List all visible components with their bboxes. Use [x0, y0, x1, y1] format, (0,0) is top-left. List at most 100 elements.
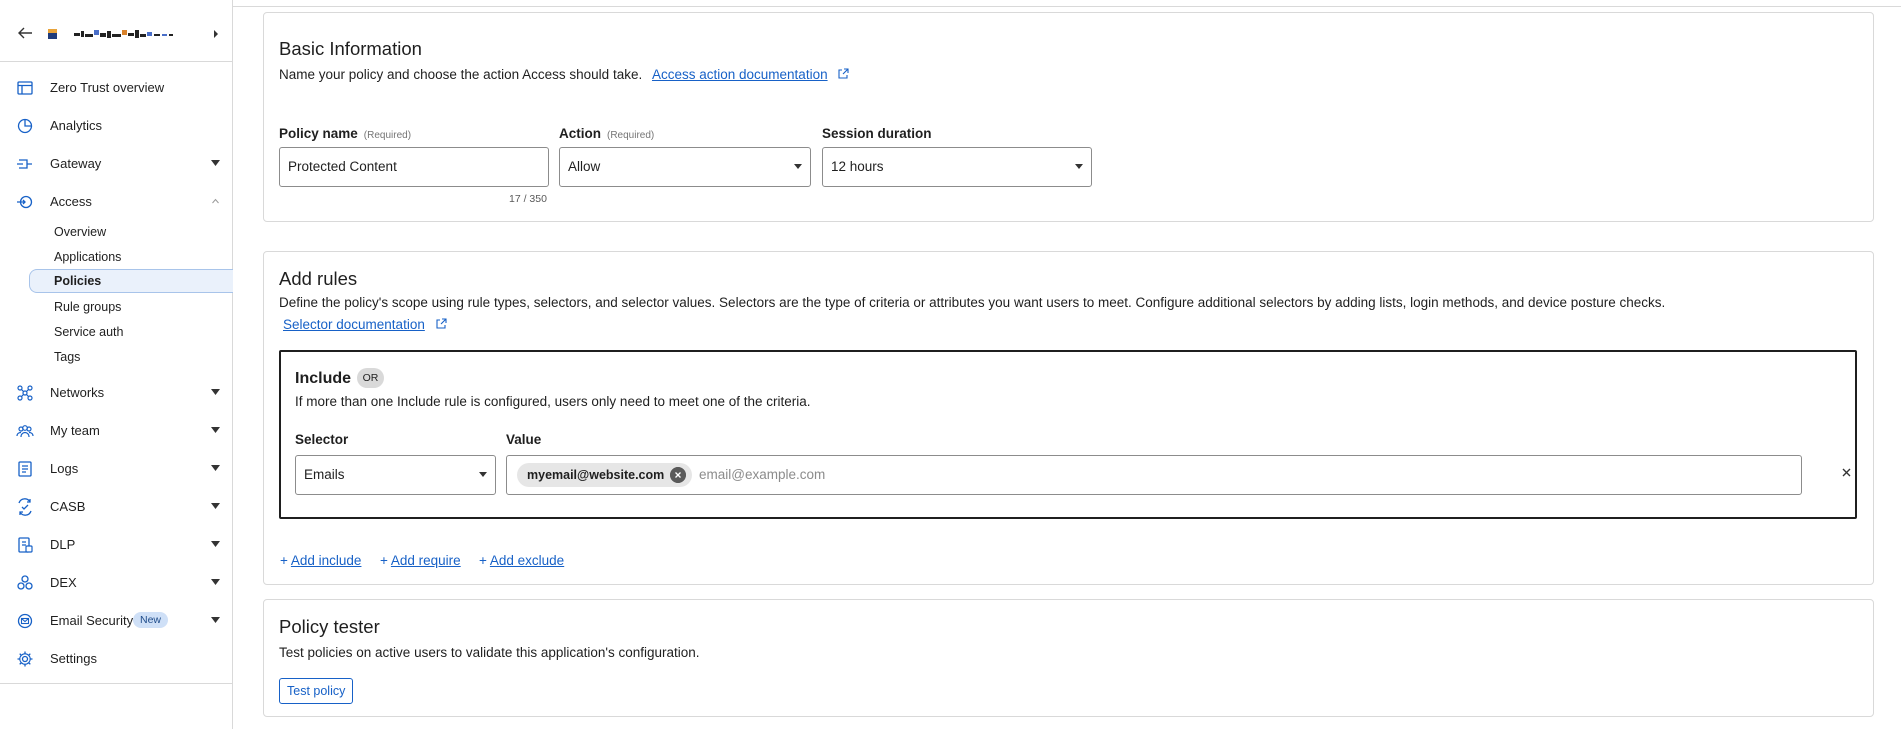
- selector-select[interactable]: Emails: [295, 455, 496, 495]
- account-logo-icon: [48, 29, 173, 39]
- new-badge: New: [133, 612, 169, 628]
- sidebar-subitem-overview[interactable]: Overview: [54, 225, 106, 239]
- sidebar-item-dex[interactable]: DEX: [0, 567, 233, 597]
- sidebar-item-analytics[interactable]: Analytics: [0, 110, 233, 140]
- dex-icon: [17, 575, 33, 590]
- email-chip-text: myemail@website.com: [527, 468, 665, 482]
- add-exclude-text: Add exclude: [489, 553, 565, 568]
- selector-doc-row: Selector documentation: [283, 317, 447, 332]
- chevron-down-icon: [211, 160, 220, 166]
- include-title: Include OR: [295, 368, 385, 388]
- access-icon: [17, 195, 33, 209]
- policy-tester-card: Policy tester Test policies on active us…: [263, 599, 1874, 717]
- character-counter: 17 / 350: [509, 193, 547, 205]
- chevron-down-icon: [211, 579, 220, 585]
- chevron-up-icon: [212, 198, 219, 204]
- action-select-value: Allow: [568, 159, 601, 174]
- section-title: Add rules: [279, 268, 358, 289]
- sidebar-item-zero-trust-overview[interactable]: Zero Trust overview: [0, 72, 233, 102]
- include-rule-block: Include OR If more than one Include rule …: [279, 350, 1857, 519]
- chevron-down-icon: [211, 465, 220, 471]
- sidebar-divider: [0, 683, 233, 684]
- casb-icon: [18, 498, 32, 516]
- sidebar-item-label: Access: [50, 194, 92, 209]
- chevron-down-icon: [211, 617, 220, 623]
- or-badge: OR: [357, 368, 385, 388]
- section-description: Test policies on active users to validat…: [279, 645, 700, 660]
- team-icon: [16, 425, 34, 438]
- sidebar-subitem-rule-groups[interactable]: Rule groups: [54, 300, 121, 314]
- value-input[interactable]: myemail@website.com email@example.com: [506, 455, 1802, 495]
- section-description: Define the policy's scope using rule typ…: [279, 295, 1666, 310]
- sidebar-item-access[interactable]: Access: [0, 186, 233, 216]
- header-divider: [233, 6, 1901, 7]
- sidebar-item-label: Settings: [50, 651, 97, 666]
- email-security-icon: [17, 613, 33, 629]
- chevron-down-icon: [479, 472, 487, 477]
- sidebar-subitem-tags[interactable]: Tags: [54, 350, 80, 364]
- sidebar-item-dlp[interactable]: DLP: [0, 529, 233, 559]
- chevron-down-icon: [211, 427, 220, 433]
- add-require-text: Add require: [390, 553, 461, 568]
- chevron-down-icon: [211, 503, 220, 509]
- action-select[interactable]: Allow: [559, 147, 811, 187]
- value-placeholder: email@example.com: [699, 467, 826, 482]
- required-tag: (Required): [363, 130, 412, 141]
- add-exclude-link[interactable]: + Add exclude: [479, 553, 564, 568]
- basic-information-card: Basic Information Name your policy and c…: [263, 12, 1874, 222]
- test-policy-button[interactable]: Test policy: [279, 678, 354, 704]
- action-label: Action (Required): [559, 126, 654, 141]
- chevron-down-icon: [794, 164, 802, 169]
- add-include-link[interactable]: + Add include: [280, 553, 361, 568]
- chevron-down-icon: [211, 541, 220, 547]
- sidebar-item-label: Analytics: [50, 118, 103, 133]
- account-switcher[interactable]: [0, 0, 233, 62]
- policy-name-label-text: Policy name: [279, 126, 358, 141]
- selector-select-value: Emails: [304, 467, 345, 482]
- session-duration-value: 12 hours: [831, 159, 884, 174]
- sidebar-subitem-policies[interactable]: Policies: [54, 274, 101, 288]
- network-icon: [17, 385, 33, 401]
- action-label-text: Action: [559, 126, 601, 141]
- sidebar-item-settings[interactable]: Settings: [0, 643, 233, 673]
- back-arrow-icon[interactable]: [16, 24, 34, 42]
- sidebar-item-label: DEX: [50, 575, 77, 590]
- sidebar-item-label: CASB: [50, 499, 86, 514]
- sidebar-item-logs[interactable]: Logs: [0, 453, 233, 483]
- policy-name-input[interactable]: Protected Content: [279, 147, 549, 187]
- email-chip: myemail@website.com: [517, 463, 693, 487]
- section-description: Name your policy and choose the action A…: [279, 67, 849, 82]
- chevron-down-icon: [1075, 164, 1083, 169]
- session-duration-select[interactable]: 12 hours: [822, 147, 1092, 187]
- required-tag: (Required): [607, 130, 655, 141]
- add-rules-card: Add rules Define the policy's scope usin…: [263, 251, 1874, 585]
- sidebar-item-label: Gateway: [50, 156, 102, 171]
- external-link-icon: [838, 68, 849, 79]
- sidebar-item-label: My team: [50, 423, 100, 438]
- section-title: Policy tester: [279, 616, 380, 637]
- external-link-icon: [436, 318, 447, 329]
- sidebar-subitem-service-auth[interactable]: Service auth: [54, 325, 123, 339]
- window-icon: [17, 81, 33, 95]
- sidebar-item-label: Email Security: [50, 613, 134, 628]
- remove-chip-icon[interactable]: [670, 467, 687, 483]
- sidebar-subitem-applications[interactable]: Applications: [54, 250, 121, 264]
- dlp-icon: [18, 537, 33, 553]
- sidebar-item-networks[interactable]: Networks: [0, 377, 233, 407]
- value-label: Value: [506, 432, 542, 447]
- close-icon[interactable]: [1842, 468, 1851, 477]
- sidebar-item-label: Networks: [50, 385, 105, 400]
- access-action-doc-link[interactable]: Access action documentation: [652, 67, 828, 82]
- sidebar-item-my-team[interactable]: My team: [0, 415, 233, 445]
- sidebar-item-email-security[interactable]: Email Security: [0, 605, 233, 635]
- chevron-right-icon[interactable]: [211, 28, 221, 40]
- include-title-text: Include: [295, 370, 352, 387]
- sidebar-item-casb[interactable]: CASB: [0, 491, 233, 521]
- selector-doc-link[interactable]: Selector documentation: [283, 317, 425, 332]
- section-title: Basic Information: [279, 38, 422, 59]
- selector-label: Selector: [295, 432, 349, 447]
- sidebar-item-gateway[interactable]: Gateway: [0, 148, 233, 178]
- sidebar-item-label: DLP: [50, 537, 76, 552]
- gateway-icon: [17, 159, 32, 169]
- add-require-link[interactable]: + Add require: [380, 553, 461, 568]
